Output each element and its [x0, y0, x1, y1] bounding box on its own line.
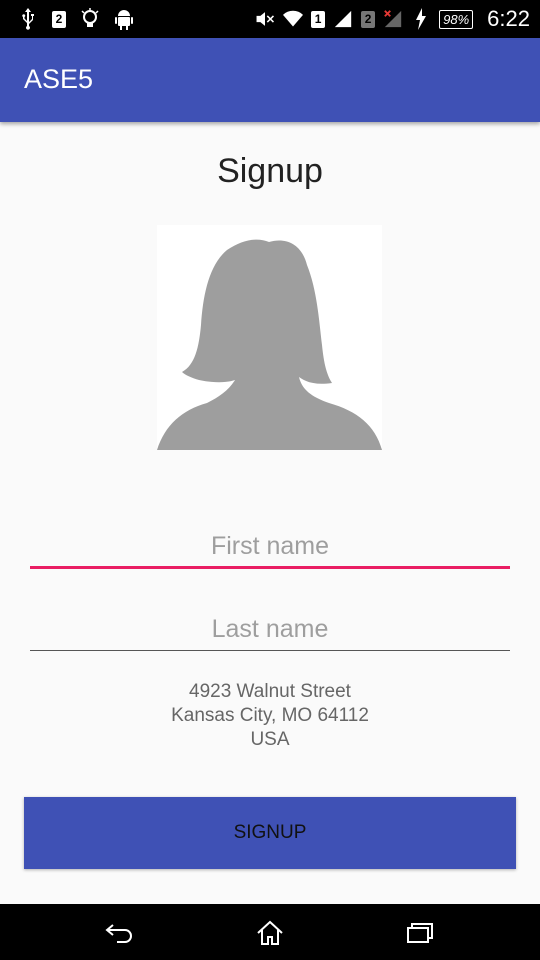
signup-button[interactable]: SIGNUP	[24, 797, 516, 869]
status-bar-right: 1 2 98% 6:22	[255, 6, 530, 32]
last-name-field	[30, 610, 510, 651]
first-name-field	[30, 527, 510, 569]
status-bar: 2 1 2 98% 6:22	[0, 0, 540, 38]
sim2-indicator: 2	[361, 10, 376, 28]
app-title: ASE5	[24, 64, 94, 94]
profile-avatar-image[interactable]	[157, 225, 382, 450]
lightbulb-icon	[80, 8, 100, 30]
sim1-indicator: 1	[311, 10, 326, 28]
address-line-3: USA	[250, 729, 290, 750]
back-icon[interactable]	[100, 918, 140, 948]
sim-notification-icon: 2	[52, 10, 66, 28]
last-name-input[interactable]	[30, 610, 510, 648]
address-line-2: Kansas City, MO 64112	[171, 705, 369, 726]
app-bar: ASE5	[0, 38, 540, 122]
clock: 6:22	[487, 6, 530, 31]
mute-icon	[255, 8, 275, 30]
address-block: 4923 Walnut Street Kansas City, MO 64112…	[0, 680, 540, 752]
address-line-1: 4923 Walnut Street	[189, 681, 351, 702]
home-icon[interactable]	[250, 918, 290, 948]
recents-icon[interactable]	[400, 918, 440, 948]
last-name-underline	[30, 649, 510, 651]
charging-icon	[411, 8, 431, 30]
navigation-bar	[0, 904, 540, 960]
person-silhouette-icon	[157, 239, 382, 450]
android-icon	[114, 8, 134, 30]
page-title: Signup	[217, 152, 323, 190]
status-bar-left: 2	[18, 8, 134, 30]
usb-icon	[18, 8, 38, 30]
wifi-icon	[283, 8, 304, 30]
battery-indicator: 98%	[439, 9, 474, 29]
first-name-input[interactable]	[30, 527, 510, 565]
first-name-underline-focused	[30, 566, 510, 569]
signal-2-no-service-icon	[383, 8, 403, 30]
signal-1-icon	[333, 8, 353, 30]
